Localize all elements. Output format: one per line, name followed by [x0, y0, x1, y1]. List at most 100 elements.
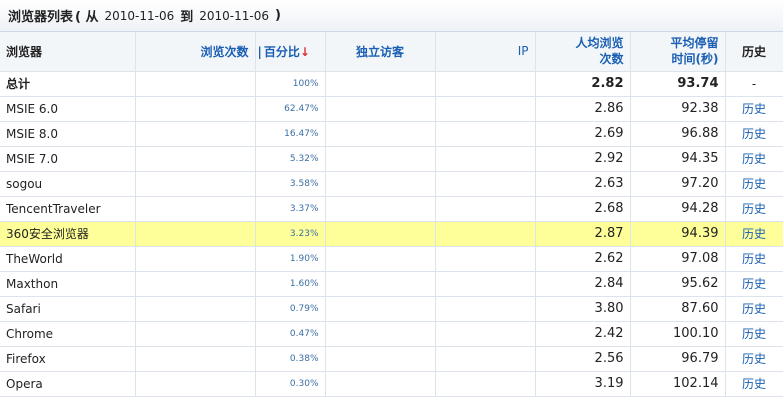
browser-table: 浏览器 浏览次数 | 百分比↓ 独立访客 IP 人均浏览 次数 平均停留 时间(秒… [0, 32, 783, 397]
col-header-avg-visits[interactable]: 人均浏览 次数 [535, 32, 631, 72]
avg-visits-cell: 2.63 [535, 171, 631, 197]
ip-cell [435, 196, 536, 222]
sort-visits-link[interactable]: 浏览次数 [200, 45, 248, 59]
table-row: TheWorld 1.90% 2.62 97.08 历史 [0, 246, 783, 272]
sort-avg-visits-line1[interactable]: 人均浏览 [575, 36, 623, 50]
browser-name: TheWorld [0, 246, 136, 272]
percent-cell: 62.47% [255, 96, 326, 122]
ip-cell [435, 271, 536, 297]
table-row: Opera 0.30% 3.19 102.14 历史 [0, 371, 783, 397]
date-range-close: ) [275, 8, 281, 23]
avg-stay-cell: 97.20 [630, 171, 726, 197]
visits-cell [135, 371, 256, 397]
history-cell[interactable]: 历史 [725, 221, 783, 247]
avg-stay-cell: 93.74 [630, 71, 726, 97]
percent-cell: 1.60% [255, 271, 326, 297]
col-header-visits[interactable]: 浏览次数 [135, 32, 256, 72]
table-header-row: 浏览器 浏览次数 | 百分比↓ 独立访客 IP 人均浏览 次数 平均停留 时间(秒… [0, 32, 783, 72]
visits-cell [135, 196, 256, 222]
history-link[interactable]: 历史 [742, 327, 766, 341]
avg-stay-cell: 94.39 [630, 221, 726, 247]
history-link[interactable]: 历史 [742, 152, 766, 166]
visits-cell [135, 71, 256, 97]
end-date: 2010-11-06 [199, 8, 269, 23]
sort-percent-link[interactable]: 百分比 [264, 45, 300, 59]
avg-visits-cell: 3.19 [535, 371, 631, 397]
percent-cell: 3.23% [255, 221, 326, 247]
col-header-avg-stay[interactable]: 平均停留 时间(秒) [630, 32, 726, 72]
avg-visits-cell: 2.82 [535, 71, 631, 97]
history-link[interactable]: 历史 [742, 377, 766, 391]
browser-name: MSIE 7.0 [0, 146, 136, 172]
history-cell[interactable]: 历史 [725, 296, 783, 322]
start-date: 2010-11-06 [104, 8, 175, 23]
sort-avg-stay-line1[interactable]: 平均停留 [670, 36, 718, 50]
avg-stay-cell: 97.08 [630, 246, 726, 272]
history-cell[interactable]: 历史 [725, 171, 783, 197]
history-cell[interactable]: 历史 [725, 96, 783, 122]
history-link[interactable]: 历史 [742, 352, 766, 366]
browser-name: 360安全浏览器 [0, 221, 136, 247]
sort-uv-link[interactable]: 独立访客 [356, 45, 404, 59]
percent-cell: 1.90% [255, 246, 326, 272]
date-range-open: ( 从 [75, 10, 99, 25]
history-cell: - [725, 71, 783, 97]
uv-cell [325, 96, 436, 122]
uv-cell [325, 296, 436, 322]
history-link[interactable]: 历史 [742, 202, 766, 216]
table-title-bar: 浏览器列表 ( 从 2010-11-06 到 2010-11-06 ) [0, 0, 783, 32]
header-separator: | [257, 44, 262, 59]
browser-name: Opera [0, 371, 136, 397]
col-header-history: 历史 [725, 32, 783, 72]
percent-cell: 3.37% [255, 196, 326, 222]
percent-cell: 0.38% [255, 346, 326, 372]
history-cell[interactable]: 历史 [725, 271, 783, 297]
table-row: Chrome 0.47% 2.42 100.10 历史 [0, 321, 783, 347]
sort-avg-stay-line2[interactable]: 时间(秒) [672, 52, 719, 66]
avg-stay-cell: 94.28 [630, 196, 726, 222]
ip-cell [435, 96, 536, 122]
table-title: 浏览器列表 [8, 10, 74, 25]
visits-cell [135, 121, 256, 147]
history-link[interactable]: 历史 [742, 252, 766, 266]
ip-cell [435, 246, 536, 272]
ip-cell [435, 221, 536, 247]
browser-name: MSIE 6.0 [0, 96, 136, 122]
percent-cell: 0.79% [255, 296, 326, 322]
history-cell[interactable]: 历史 [725, 371, 783, 397]
history-link[interactable]: 历史 [742, 177, 766, 191]
uv-cell [325, 121, 436, 147]
history-cell[interactable]: 历史 [725, 346, 783, 372]
avg-stay-cell: 92.38 [630, 96, 726, 122]
history-cell[interactable]: 历史 [725, 196, 783, 222]
history-link[interactable]: 历史 [742, 302, 766, 316]
table-row: Firefox 0.38% 2.56 96.79 历史 [0, 346, 783, 372]
visits-cell [135, 246, 256, 272]
history-cell[interactable]: 历史 [725, 146, 783, 172]
avg-stay-cell: 100.10 [630, 321, 726, 347]
history-link[interactable]: 历史 [742, 227, 766, 241]
visits-cell [135, 96, 256, 122]
history-cell[interactable]: 历史 [725, 321, 783, 347]
uv-cell [325, 221, 436, 247]
ip-cell [435, 321, 536, 347]
table-row: 360安全浏览器 3.23% 2.87 94.39 历史 [0, 221, 783, 247]
col-header-percent[interactable]: | 百分比↓ [255, 32, 326, 72]
percent-cell: 3.58% [255, 171, 326, 197]
table-row: Safari 0.79% 3.80 87.60 历史 [0, 296, 783, 322]
history-link[interactable]: 历史 [742, 277, 766, 291]
history-cell[interactable]: 历史 [725, 121, 783, 147]
percent-cell: 100% [255, 71, 326, 97]
ip-cell [435, 346, 536, 372]
col-header-unique-visitors[interactable]: 独立访客 [325, 32, 436, 72]
sort-ip-link[interactable]: IP [518, 44, 529, 58]
avg-visits-cell: 2.87 [535, 221, 631, 247]
ip-cell [435, 171, 536, 197]
history-link[interactable]: 历史 [742, 102, 766, 116]
history-link[interactable]: 历史 [742, 127, 766, 141]
sort-avg-visits-line2[interactable]: 次数 [599, 52, 623, 66]
uv-cell [325, 196, 436, 222]
col-header-ip[interactable]: IP [435, 32, 536, 72]
history-cell[interactable]: 历史 [725, 246, 783, 272]
table-row: MSIE 8.0 16.47% 2.69 96.88 历史 [0, 121, 783, 147]
